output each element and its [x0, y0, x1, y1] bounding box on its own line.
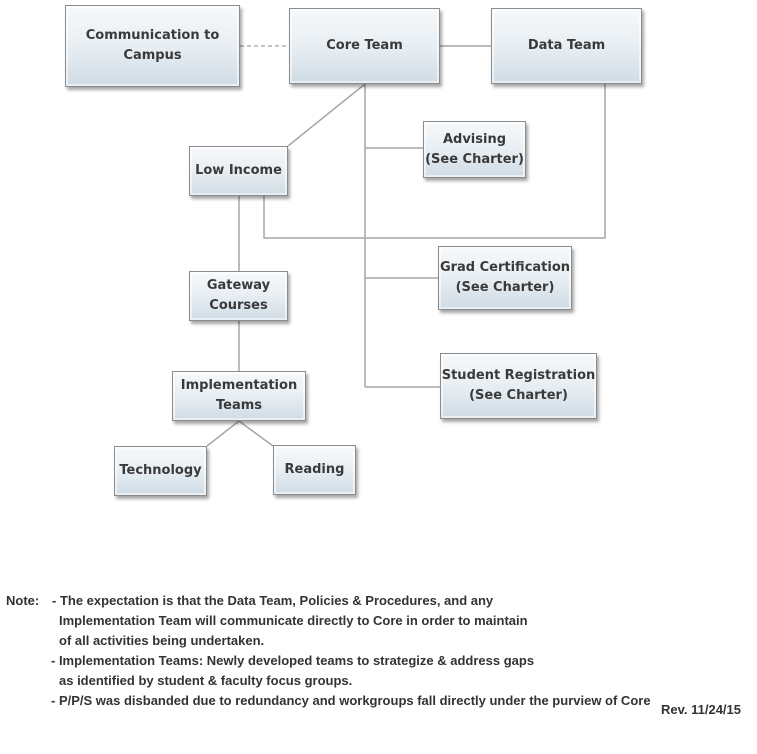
- note-line: - Implementation Teams: Newly developed …: [6, 651, 534, 671]
- node-gateway-courses[interactable]: Gateway Courses: [189, 271, 288, 321]
- note-text: - Implementation Teams: Newly developed …: [51, 653, 535, 668]
- revision-date: Rev. 11/24/15: [661, 702, 741, 717]
- node-low-income[interactable]: Low Income: [189, 146, 288, 196]
- note-text: Implementation Team will communicate dir…: [59, 613, 528, 628]
- node-advising[interactable]: Advising (See Charter): [423, 121, 526, 178]
- note-line: Implementation Team will communicate dir…: [6, 611, 528, 631]
- node-core-team[interactable]: Core Team: [289, 8, 440, 84]
- node-implementation-teams[interactable]: Implementation Teams: [172, 371, 306, 421]
- note-line: - P/P/S was disbanded due to redundancy …: [6, 691, 651, 711]
- note-text: - P/P/S was disbanded due to redundancy …: [51, 693, 651, 708]
- note-text: of all activities being undertaken.: [59, 633, 265, 648]
- note-prefix: Note:: [6, 593, 40, 608]
- node-data-team[interactable]: Data Team: [491, 8, 642, 84]
- edge-implementation-reading: [238, 420, 274, 447]
- notes-section: Note: - The expectation is that the Data…: [6, 591, 651, 711]
- node-reading[interactable]: Reading: [273, 445, 356, 495]
- edge-core-low-income: [287, 83, 366, 147]
- note-line: Note: - The expectation is that the Data…: [6, 591, 493, 611]
- note-text: as identified by student & faculty focus…: [59, 673, 353, 688]
- note-line: as identified by student & faculty focus…: [6, 671, 352, 691]
- edge-implementation-technology: [206, 420, 240, 447]
- org-chart: Communication to Campus Core Team Data T…: [0, 0, 757, 560]
- node-student-registration[interactable]: Student Registration (See Charter): [440, 353, 597, 419]
- note-text: - The expectation is that the Data Team,…: [52, 593, 494, 608]
- node-grad-certification[interactable]: Grad Certification (See Charter): [438, 246, 572, 310]
- node-communication-to-campus[interactable]: Communication to Campus: [65, 5, 240, 87]
- node-technology[interactable]: Technology: [114, 446, 207, 496]
- note-line: of all activities being undertaken.: [6, 631, 264, 651]
